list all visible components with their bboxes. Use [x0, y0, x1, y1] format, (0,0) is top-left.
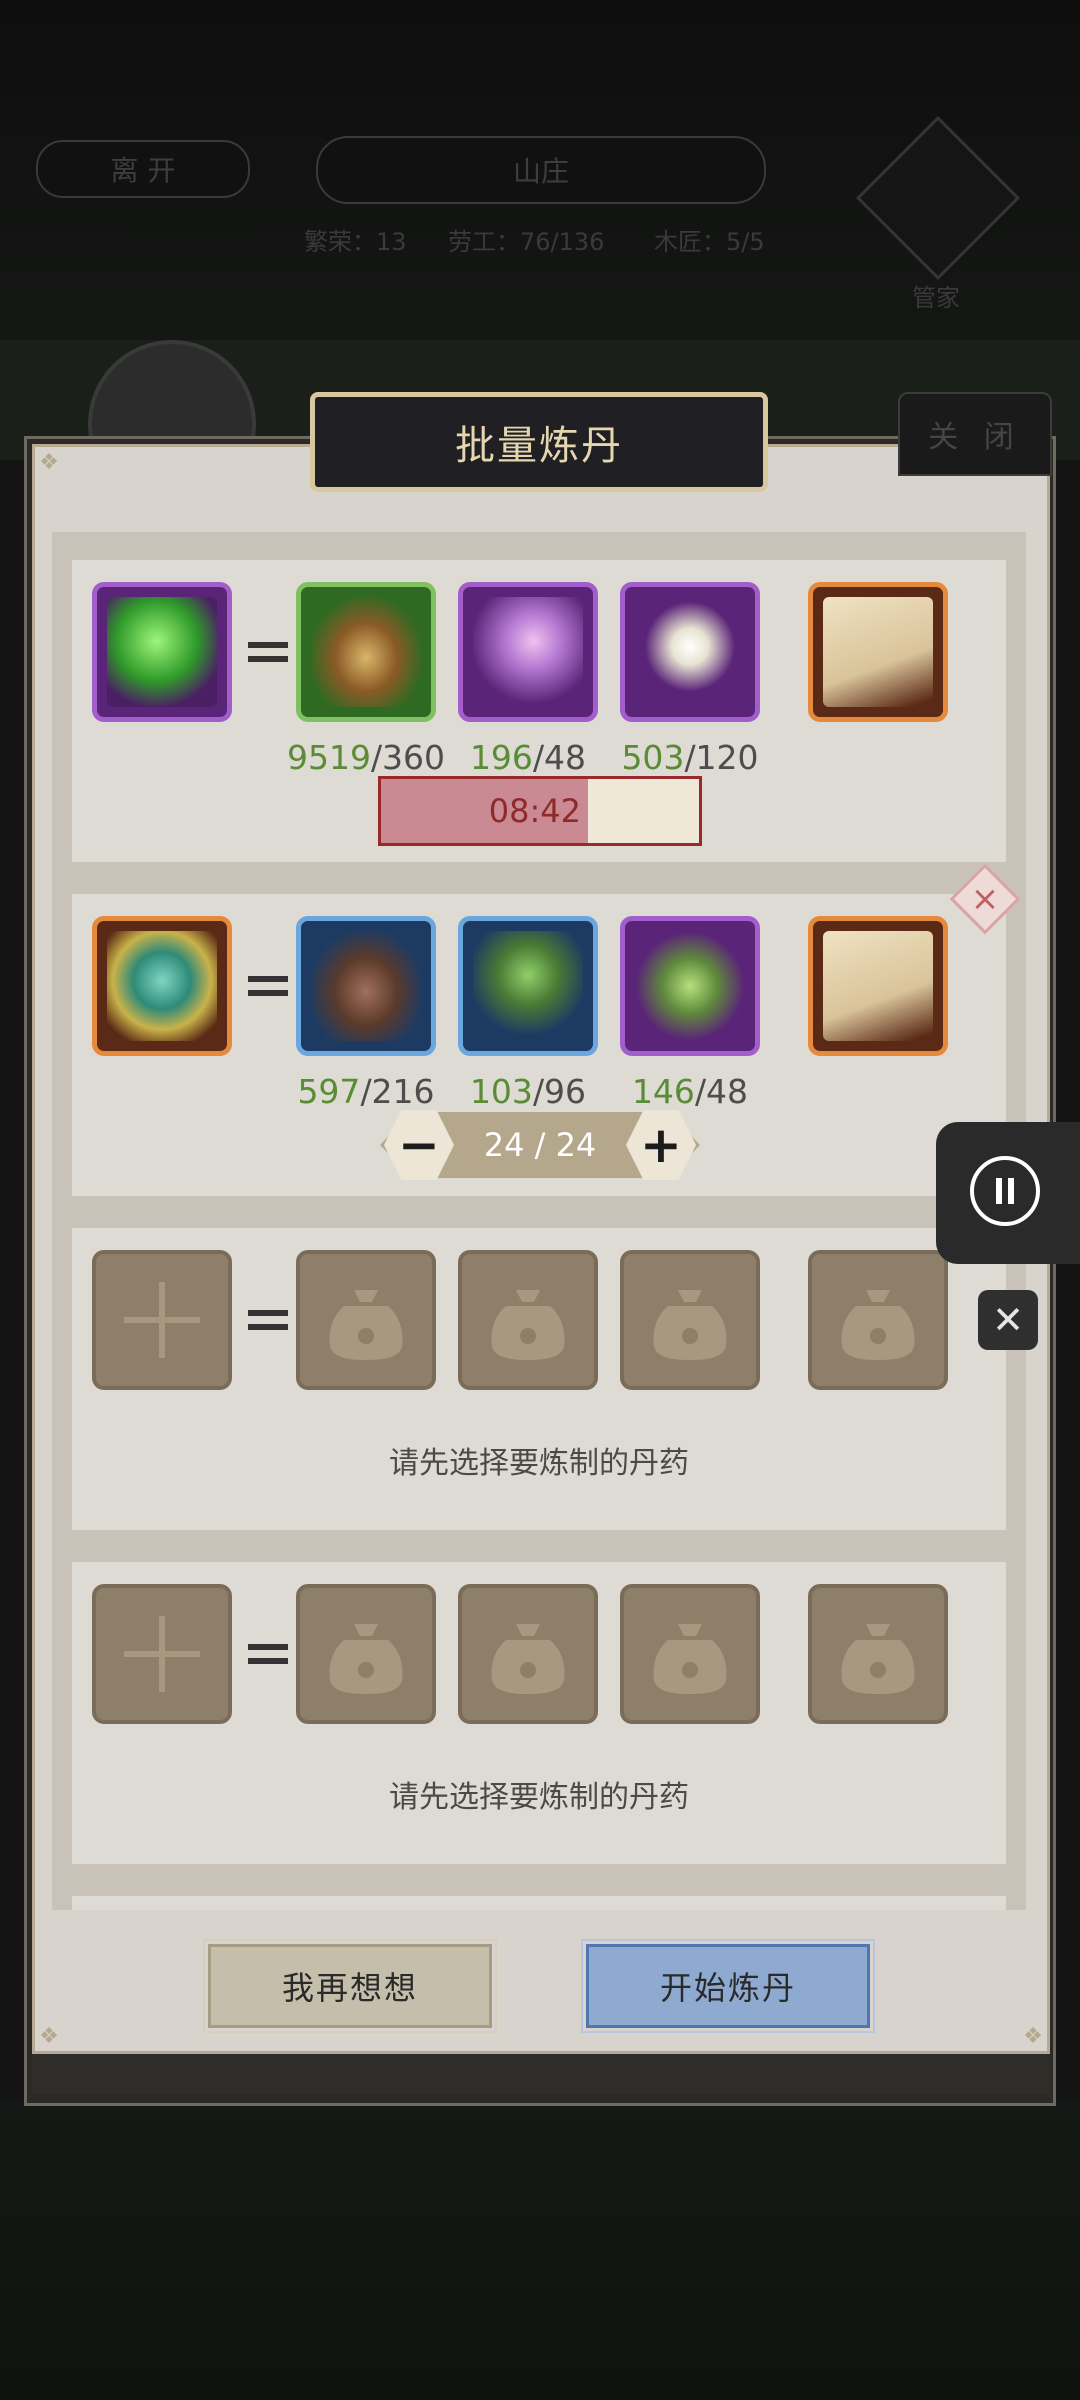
pouch-icon	[653, 1624, 727, 1694]
recipe-scroll-slot[interactable]	[808, 582, 948, 722]
add-pill-slot[interactable]	[92, 1250, 232, 1390]
ingredient-slot[interactable]	[620, 916, 760, 1056]
corner-ornament-icon: ❖	[1023, 2024, 1043, 2049]
close-button[interactable]: 关 闭	[898, 392, 1052, 476]
empty-ingredient-slot	[458, 1250, 598, 1390]
jade-swirl-pill-icon	[107, 931, 217, 1041]
ginseng-root-icon	[473, 931, 583, 1041]
recipe-scroll-slot[interactable]	[808, 916, 948, 1056]
prosperity-stat: 繁荣：13	[304, 228, 407, 256]
ingredient-count: 503/120	[621, 738, 759, 777]
dialog-title: 批量炼丹	[455, 423, 623, 469]
dialog-bottom-border	[32, 2054, 1050, 2094]
overlay-close-button[interactable]: ✕	[978, 1290, 1038, 1350]
empty-ingredient-slot	[296, 1250, 436, 1390]
ingredient-count: 196/48	[469, 738, 587, 777]
pouch-icon	[329, 1290, 403, 1360]
corner-ornament-icon: ❖	[39, 2024, 59, 2049]
plus-icon	[124, 1282, 200, 1358]
equals-icon	[248, 1640, 288, 1670]
add-pill-slot[interactable]	[92, 1584, 232, 1724]
background-ground	[0, 2100, 1080, 2400]
bark-herb-icon	[311, 597, 421, 707]
carpenter-stat: 木匠：5/5	[654, 228, 765, 256]
cancel-button[interactable]: 我再想想	[203, 1939, 497, 2033]
select-pill-hint: 请先选择要炼制的丹药	[389, 1780, 689, 1815]
equals-icon	[248, 638, 288, 668]
empty-ingredient-slot	[620, 1584, 760, 1724]
seed-pods-icon	[311, 931, 421, 1041]
empty-recipe-slot	[808, 1584, 948, 1724]
start-alchemy-button[interactable]: 开始炼丹	[581, 1939, 875, 2033]
villa-title: 山庄	[316, 136, 766, 204]
pouch-icon	[653, 1290, 727, 1360]
empty-ingredient-slot	[296, 1584, 436, 1724]
empty-ingredient-slot	[458, 1584, 598, 1724]
green-orb-pill-icon	[107, 597, 217, 707]
output-pill-slot[interactable]	[92, 582, 232, 722]
equals-icon	[248, 1306, 288, 1336]
scroll-recipe-icon	[823, 597, 933, 707]
pouch-icon	[491, 1290, 565, 1360]
recipe-card-4: 请先选择要炼制的丹药	[72, 1562, 1006, 1864]
recipe-card-3: 请先选择要炼制的丹药	[72, 1228, 1006, 1530]
close-icon: ×	[970, 879, 1000, 919]
pouch-icon	[491, 1624, 565, 1694]
recipe-list[interactable]: 9519/360 196/48 503/120 597/216 103/96 1…	[52, 532, 1026, 1910]
pouch-icon	[841, 1624, 915, 1694]
dialog-title-banner: 批量炼丹	[310, 392, 768, 492]
corner-ornament-icon: ❖	[39, 450, 59, 475]
empty-ingredient-slot	[620, 1250, 760, 1390]
leave-button: 离 开	[36, 140, 250, 198]
ingredient-count: 9519/360	[286, 738, 446, 777]
brewing-timer-bar: 08:42	[378, 776, 702, 846]
recipe-card-5	[72, 1896, 1006, 1910]
pause-icon	[970, 1156, 1040, 1226]
purple-lily-icon	[473, 597, 583, 707]
ingredient-slot[interactable]	[296, 582, 436, 722]
white-flower-icon	[635, 597, 745, 707]
empty-recipe-slot	[808, 1250, 948, 1390]
green-leaf-herb-icon	[635, 931, 745, 1041]
timer-text: 08:42	[488, 792, 581, 830]
ingredient-slot[interactable]	[620, 582, 760, 722]
ingredient-slot[interactable]	[458, 916, 598, 1056]
plus-icon	[124, 1616, 200, 1692]
select-pill-hint: 请先选择要炼制的丹药	[389, 1446, 689, 1481]
steward-label: 管家	[912, 284, 960, 312]
ingredient-count: 597/216	[297, 1072, 435, 1111]
pouch-icon	[841, 1290, 915, 1360]
pouch-icon	[329, 1624, 403, 1694]
labor-stat: 劳工：76/136	[448, 228, 605, 256]
scroll-recipe-icon	[823, 931, 933, 1041]
close-icon: ✕	[992, 1298, 1024, 1342]
output-pill-slot[interactable]	[92, 916, 232, 1056]
equals-icon	[248, 972, 288, 1002]
ingredient-slot[interactable]	[458, 582, 598, 722]
pause-overlay-button[interactable]	[936, 1122, 1080, 1264]
ingredient-count: 103/96	[469, 1072, 587, 1111]
ingredient-slot[interactable]	[296, 916, 436, 1056]
ingredient-count: 146/48	[631, 1072, 749, 1111]
